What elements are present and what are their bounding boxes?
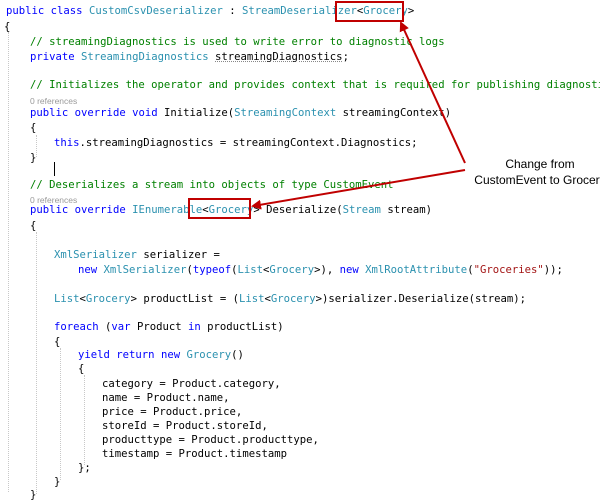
arrow-to-method-generic (251, 169, 466, 210)
code-annotation-screenshot: { "code": { "class_decl": {"kw1":"public… (0, 0, 600, 502)
annotation-arrows (251, 21, 466, 210)
arrow-to-class-generic (399, 21, 466, 164)
annotation-callout: Change from CustomEvent to Grocery (465, 156, 600, 188)
callout-line-2: CustomEvent to Grocery (474, 173, 600, 187)
callout-line-1: Change from (505, 157, 575, 171)
